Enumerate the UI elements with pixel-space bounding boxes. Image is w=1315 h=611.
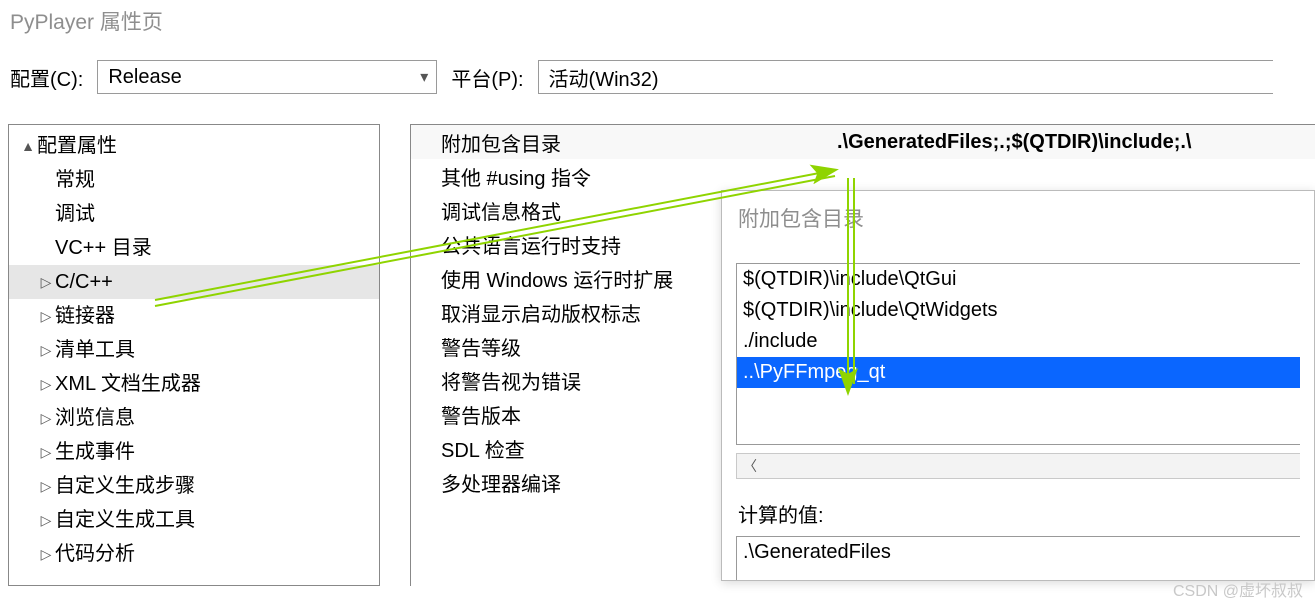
tree-item-label: 代码分析 [55,537,135,571]
tree-item-label: XML 文档生成器 [55,367,201,401]
triangle-right-icon: ▷ [37,299,55,333]
tree-item-label: 常规 [55,163,95,197]
tree-item-label: 浏览信息 [55,401,135,435]
toolbar: 配置(C): Release ▾ 平台(P): 活动(Win32) [0,52,1315,124]
tree-item-label: VC++ 目录 [55,231,152,265]
property-label: 附加包含目录 [411,128,831,157]
tree-item[interactable]: ▷浏览信息 [9,401,379,435]
tree-item[interactable]: ▷代码分析 [9,537,379,571]
horizontal-scrollbar[interactable]: 〈 [736,453,1300,479]
platform-label: 平台(P): [451,63,523,92]
list-item[interactable]: ./include [737,326,1300,357]
list-item[interactable]: $(QTDIR)\include\QtGui [737,264,1300,295]
tree-root-label: 配置属性 [37,129,117,163]
chevron-down-icon: ▾ [420,67,428,87]
tree-item[interactable]: ▷调试 [9,197,379,231]
list-item[interactable]: ..\PyFFmpeg_qt [737,357,1300,388]
config-value: Release [108,66,181,89]
tree-item-label: 自定义生成步骤 [55,469,195,503]
calc-value-box: .\GeneratedFiles [736,536,1300,580]
triangle-right-icon: ▷ [37,333,55,367]
triangle-right-icon: ▷ [37,469,55,503]
tree-item-label: 生成事件 [55,435,135,469]
property-row[interactable]: 其他 #using 指令 [411,159,1315,193]
tree-item[interactable]: ▷自定义生成工具 [9,503,379,537]
triangle-right-icon: ▷ [37,367,55,401]
calc-value: .\GeneratedFiles [743,541,891,563]
tree-item-label: 链接器 [55,299,115,333]
property-label: 其他 #using 指令 [411,162,831,191]
tree-item[interactable]: ▷链接器 [9,299,379,333]
triangle-right-icon: ▷ [37,265,55,299]
window-title: PyPlayer 属性页 [0,0,1315,52]
triangle-right-icon: ▷ [37,537,55,571]
dialog-title: 附加包含目录 [722,191,1314,263]
tree-item[interactable]: ▷常规 [9,163,379,197]
tree-item-label: 自定义生成工具 [55,503,195,537]
config-combo[interactable]: Release ▾ [97,60,437,94]
triangle-right-icon: ▷ [37,503,55,537]
tree-root[interactable]: ▲ 配置属性 [9,129,379,163]
tree-item[interactable]: ▷生成事件 [9,435,379,469]
triangle-right-icon: ▷ [37,435,55,469]
property-value[interactable]: .\GeneratedFiles;.;$(QTDIR)\include;.\ [831,131,1315,154]
triangle-down-icon: ▲ [19,129,37,163]
tree-item-label: 清单工具 [55,333,135,367]
nav-tree[interactable]: ▲ 配置属性 ▷常规▷调试▷VC++ 目录▷C/C++▷链接器▷清单工具▷XML… [8,124,380,586]
config-label: 配置(C): [10,63,83,92]
calc-label: 计算的值: [722,495,1314,532]
tree-item[interactable]: ▷XML 文档生成器 [9,367,379,401]
platform-combo[interactable]: 活动(Win32) [538,60,1273,94]
property-row[interactable]: 附加包含目录.\GeneratedFiles;.;$(QTDIR)\includ… [411,125,1315,159]
scroll-left-icon[interactable]: 〈 [737,454,763,478]
tree-item[interactable]: ▷清单工具 [9,333,379,367]
platform-value: 活动(Win32) [549,63,659,92]
dialog-listbox[interactable]: $(QTDIR)\include\QtGui$(QTDIR)\include\Q… [736,263,1300,445]
tree-item[interactable]: ▷自定义生成步骤 [9,469,379,503]
list-item[interactable]: $(QTDIR)\include\QtWidgets [737,295,1300,326]
include-dirs-dialog[interactable]: 附加包含目录 $(QTDIR)\include\QtGui$(QTDIR)\in… [721,190,1315,581]
tree-item[interactable]: ▷C/C++ [9,265,379,299]
tree-item[interactable]: ▷VC++ 目录 [9,231,379,265]
tree-item-label: 调试 [55,197,95,231]
watermark: CSDN @虚坏叔叔 [1173,577,1303,601]
triangle-right-icon: ▷ [37,401,55,435]
tree-item-label: C/C++ [55,265,113,299]
